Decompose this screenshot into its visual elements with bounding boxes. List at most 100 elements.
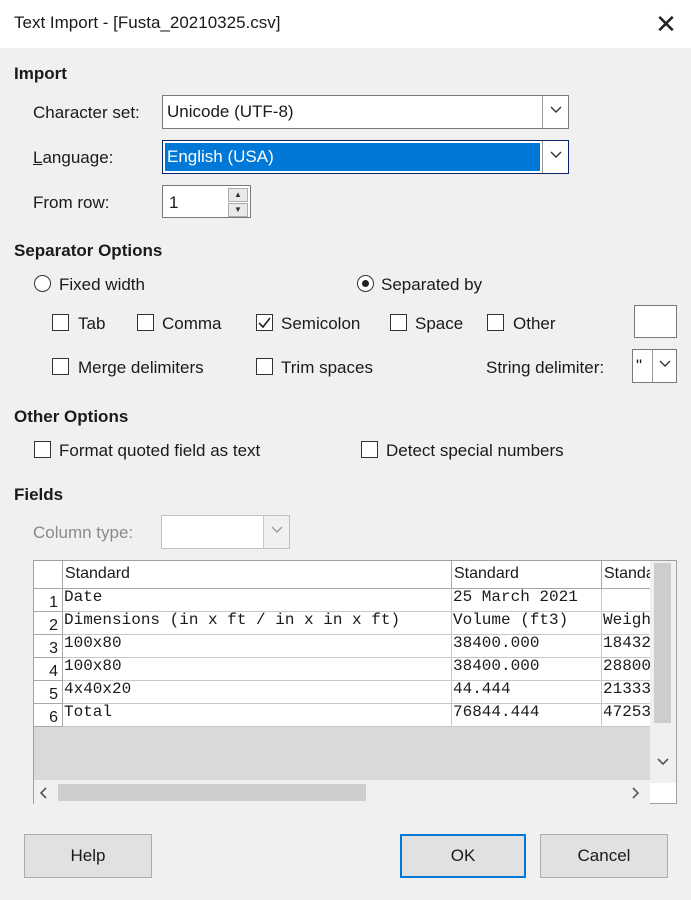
string-delimiter-label: String delimiter: <box>486 358 605 377</box>
table-cell: 44.444 <box>452 681 602 704</box>
preview-grid[interactable]: Standard Standard Standard 1 Date 25 Mar… <box>33 560 677 804</box>
row-number: 3 <box>34 635 63 658</box>
checkmark-icon <box>258 317 271 329</box>
charset-label: Character set: <box>33 103 140 122</box>
other-label[interactable]: Other <box>513 314 556 334</box>
scroll-left-icon[interactable] <box>40 787 48 799</box>
horizontal-scrollbar[interactable] <box>34 780 650 804</box>
format-quoted-checkbox[interactable] <box>34 441 51 458</box>
table-row: 5 4x40x20 44.444 21333 <box>34 681 650 704</box>
row-number: 1 <box>34 589 63 612</box>
column-header[interactable]: Standard <box>452 561 602 589</box>
window-title: Text Import - [Fusta_20210325.csv] <box>14 13 281 32</box>
table-cell: Date <box>63 589 452 612</box>
table-row: 4 100x80 38400.000 28800 <box>34 658 650 681</box>
comma-label[interactable]: Comma <box>162 314 222 334</box>
charset-dropdown[interactable]: Unicode (UTF-8) <box>162 95 569 129</box>
table-cell: Dimensions (in x ft / in x in x ft) <box>63 612 452 635</box>
row-number: 5 <box>34 681 63 704</box>
space-checkbox[interactable] <box>390 314 407 331</box>
cancel-button-label: Cancel <box>577 846 631 865</box>
column-type-dropdown[interactable] <box>161 515 290 549</box>
table-cell: 38400.000 <box>452 635 602 658</box>
format-quoted-label[interactable]: Format quoted field as text <box>59 441 260 461</box>
grid-header-row: Standard Standard Standard <box>34 561 650 589</box>
chevron-down-icon[interactable] <box>652 350 676 382</box>
preview-grid-area: Standard Standard Standard 1 Date 25 Mar… <box>34 561 650 783</box>
table-cell: Total <box>63 704 452 727</box>
separated-by-label[interactable]: Separated by <box>381 275 482 295</box>
column-header[interactable]: Standard <box>63 561 452 589</box>
detect-special-checkbox[interactable] <box>361 441 378 458</box>
chevron-down-icon[interactable] <box>263 516 289 548</box>
table-cell <box>602 589 650 612</box>
table-cell: 47253 <box>602 704 650 727</box>
scroll-down-icon[interactable] <box>657 758 669 766</box>
semicolon-label[interactable]: Semicolon <box>281 314 360 334</box>
spin-up-icon[interactable]: ▲ <box>228 188 248 202</box>
table-row: 1 Date 25 March 2021 <box>34 589 650 612</box>
space-label[interactable]: Space <box>415 314 463 334</box>
language-dropdown[interactable]: English (USA) <box>162 140 569 174</box>
table-cell: 76844.444 <box>452 704 602 727</box>
string-delimiter-value: " <box>636 356 643 375</box>
help-button[interactable]: Help <box>24 834 152 878</box>
separated-by-radio[interactable] <box>357 275 374 292</box>
other-options-section-title: Other Options <box>14 407 129 426</box>
spin-down-icon[interactable]: ▼ <box>228 203 248 217</box>
from-row-value: 1 <box>169 193 179 212</box>
ok-button[interactable]: OK <box>400 834 526 878</box>
detect-special-label[interactable]: Detect special numbers <box>386 441 564 461</box>
column-type-label: Column type: <box>33 523 134 542</box>
cancel-button[interactable]: Cancel <box>540 834 668 878</box>
trim-spaces-checkbox[interactable] <box>256 358 273 375</box>
table-row: 3 100x80 38400.000 18432 <box>34 635 650 658</box>
tab-label[interactable]: Tab <box>78 314 105 334</box>
table-row: 6 Total 76844.444 47253 <box>34 704 650 727</box>
table-cell: Volume (ft3) <box>452 612 602 635</box>
vertical-scroll-thumb[interactable] <box>654 563 671 723</box>
merge-delimiters-checkbox[interactable] <box>52 358 69 375</box>
table-cell: Weight <box>602 612 650 635</box>
trim-spaces-label[interactable]: Trim spaces <box>281 358 373 378</box>
fixed-width-label[interactable]: Fixed width <box>59 275 145 295</box>
charset-value: Unicode (UTF-8) <box>167 102 294 121</box>
row-number: 6 <box>34 704 63 727</box>
string-delimiter-dropdown[interactable]: " <box>632 349 677 383</box>
from-row-spinner[interactable]: 1 ▲ ▼ <box>162 185 251 218</box>
horizontal-scroll-thumb[interactable] <box>58 784 366 801</box>
other-checkbox[interactable] <box>487 314 504 331</box>
column-header[interactable]: Standard <box>602 561 650 589</box>
table-row: 2 Dimensions (in x ft / in x in x ft) Vo… <box>34 612 650 635</box>
language-value: English (USA) <box>167 147 274 166</box>
vertical-scrollbar[interactable] <box>650 561 676 783</box>
tab-checkbox[interactable] <box>52 314 69 331</box>
separator-section-title: Separator Options <box>14 241 163 260</box>
table-cell: 4x40x20 <box>63 681 452 704</box>
ok-button-label: OK <box>450 846 476 865</box>
import-section-title: Import <box>14 64 67 83</box>
fixed-width-radio[interactable] <box>34 275 51 292</box>
row-number: 4 <box>34 658 63 681</box>
table-cell: 100x80 <box>63 658 452 681</box>
comma-checkbox[interactable] <box>137 314 154 331</box>
close-icon[interactable]: ✕ <box>650 8 682 40</box>
table-cell: 28800 <box>602 658 650 681</box>
other-separator-input[interactable] <box>634 305 677 338</box>
merge-delimiters-label[interactable]: Merge delimiters <box>78 358 204 378</box>
semicolon-checkbox[interactable] <box>256 314 273 331</box>
table-cell: 38400.000 <box>452 658 602 681</box>
table-cell: 21333 <box>602 681 650 704</box>
table-cell: 18432 <box>602 635 650 658</box>
grid-corner <box>34 561 63 589</box>
table-cell: 100x80 <box>63 635 452 658</box>
scroll-right-icon[interactable] <box>632 787 640 799</box>
row-number: 2 <box>34 612 63 635</box>
table-cell: 25 March 2021 <box>452 589 602 612</box>
help-button-label: Help <box>70 846 106 865</box>
fields-section-title: Fields <box>14 485 64 504</box>
language-label: Language: <box>33 148 114 167</box>
from-row-label: From row: <box>33 193 110 212</box>
chevron-down-icon[interactable] <box>542 141 568 173</box>
chevron-down-icon[interactable] <box>542 96 568 128</box>
